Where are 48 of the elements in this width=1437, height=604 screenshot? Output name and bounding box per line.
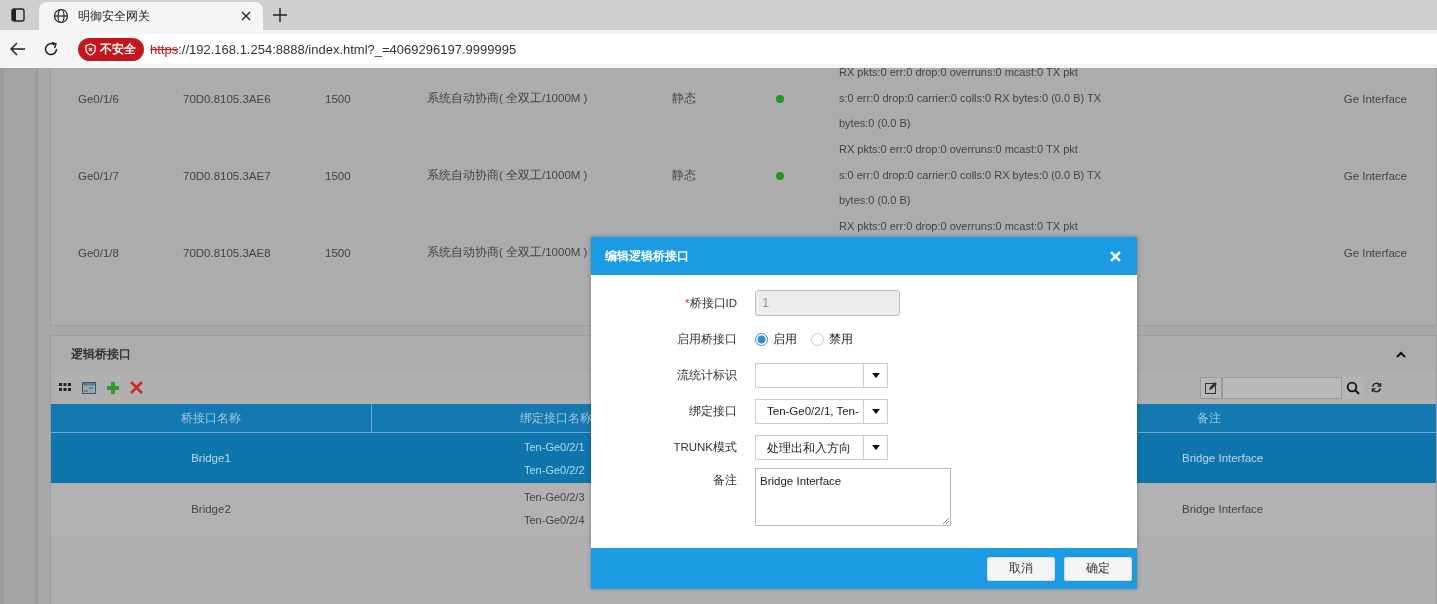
security-label: 不安全 — [100, 40, 136, 58]
table-cell: Bridge2 — [191, 502, 231, 515]
stats-text: s:0 err:0 drop:0 carrier:0 colls:0 RX bytes:0 (0.0 B) TX — [839, 90, 1103, 106]
table-cell: Bridge1 — [191, 452, 231, 464]
stats-text: RX pkts:0 err:0 drop:0 overruns:0 mcast:0 TX pkt — [839, 68, 1079, 80]
field-label: 绑定接口 — [688, 403, 737, 419]
table-cell: 70D0.8105.3AE8 — [183, 246, 271, 259]
stats-text: bytes:0 (0.0 B) — [839, 116, 912, 132]
panel-title: 逻辑桥接口 — [71, 347, 131, 362]
table-cell: Ge0/1/7 — [78, 169, 119, 182]
table-cell: 系统自动协商( 全双工/1000M ) — [427, 169, 588, 181]
field-label: TRUNK模式 — [672, 439, 737, 455]
radio-label: 禁用 — [829, 331, 853, 347]
table-cell: 系统自动协商( 全双工/1000M ) — [427, 246, 588, 258]
table-cell: 1500 — [325, 169, 351, 182]
table-cell-text: Ten-Ge0/2/1 — [524, 440, 586, 453]
table-cell-text: Ten-Ge0/2/4 — [524, 514, 586, 526]
column-header: 绑定接口名称 — [519, 410, 589, 426]
table-cell: Ge Interface — [1343, 246, 1407, 259]
stats-text: RX pkts:0 err:0 drop:0 overruns:0 mcast:0 TX pkt — [839, 219, 1079, 234]
column-header: 备注 — [1196, 410, 1221, 426]
table-cell: Bridge Interface — [1182, 452, 1264, 464]
url-text: https://192.168.1.254:8888/index.html?_=4069296197.9999995 — [150, 41, 517, 57]
table-cell: Ge Interface — [1343, 169, 1407, 182]
table-cell: 系统自动协商( 全双工/1000M ) — [427, 92, 588, 104]
dialog-title: 编辑逻辑桥接口 — [605, 247, 689, 265]
table-cell: 70D0.8105.3AE6 — [183, 92, 271, 105]
table-cell-text: Ten-Ge0/2/3 — [524, 491, 586, 503]
table-cell: Ge0/1/6 — [78, 92, 119, 105]
stats-text: RX pkts:0 err:0 drop:0 overruns:0 mcast:0 TX pkt — [839, 142, 1079, 157]
table-cell: 静态 — [672, 169, 696, 181]
table-cell: Bridge Interface — [1182, 502, 1264, 515]
field-label: 流统计标识 — [676, 367, 737, 383]
tab-title: 明御安全网关 — [78, 7, 151, 25]
table-cell-text: Ten-Ge0/2/2 — [524, 463, 586, 476]
stats-text: bytes:0 (0.0 B) — [839, 193, 912, 209]
field-label: 备注 — [712, 473, 737, 488]
table-cell: 静态 — [672, 92, 696, 104]
table-cell: Ge0/1/8 — [78, 246, 119, 259]
table-cell: 1500 — [325, 92, 351, 105]
column-header: 桥接口名称 — [51, 404, 372, 432]
table-cell: 1500 — [325, 246, 351, 259]
field-label: *桥接口ID — [684, 295, 737, 311]
stats-text: s:0 err:0 drop:0 carrier:0 colls:0 RX bytes:0 (0.0 B) TX — [839, 167, 1103, 183]
table-cell: Ge Interface — [1343, 92, 1407, 105]
table-cell: 70D0.8105.3AE7 — [183, 169, 271, 182]
field-label: 启用桥接口 — [676, 331, 737, 347]
radio-label: 启用 — [773, 331, 797, 347]
